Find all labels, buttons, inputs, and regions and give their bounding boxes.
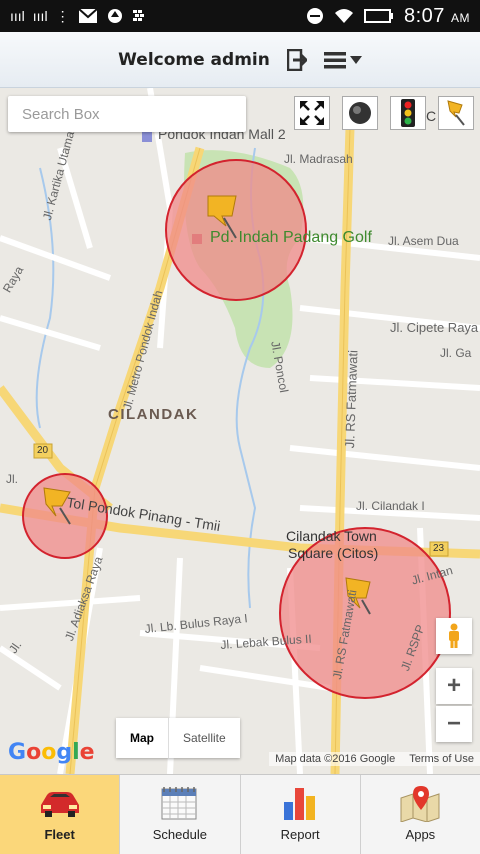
record-button[interactable] [342, 96, 378, 130]
map-type-control: Map Satellite [116, 718, 240, 758]
map-label-citos-1: Cilandak Town [286, 528, 377, 544]
wifi-icon [334, 8, 354, 24]
nav-apps-label: Apps [405, 827, 436, 842]
map-type-map-button[interactable]: Map [116, 718, 169, 758]
traffic-button[interactable] [390, 96, 426, 130]
map-label-cipete: Jl. Cipete Raya [390, 320, 479, 335]
map-label-asem-dua: Jl. Asem Dua [388, 234, 459, 248]
map-data-text: Map data ©2016 Google [275, 753, 396, 765]
logout-icon [286, 48, 307, 71]
map-attribution: Map data ©2016 Google Terms of Use [269, 752, 480, 766]
map-label-cilandak: CILANDAK [108, 406, 199, 423]
calendar-icon [160, 783, 200, 823]
search-input[interactable] [22, 105, 232, 123]
status-bar: ıııl ıııl ⋮ 8:07 AM [0, 0, 480, 32]
car-icon [37, 783, 83, 823]
nav-apps[interactable]: Apps [360, 775, 480, 854]
signal-1-icon: ıııl [10, 8, 25, 24]
map-view[interactable]: Pondok Indah Mall 2 Jl. Madrasah Jl. Kar… [0, 88, 480, 774]
map-label-golf: Pd. Indah Padang Golf [210, 229, 372, 246]
google-logo: Google [8, 740, 95, 765]
app-header: Welcome admin [0, 32, 480, 88]
nav-schedule[interactable]: Schedule [120, 775, 241, 854]
nav-report[interactable]: Report [240, 775, 361, 854]
dark-circle-icon [349, 102, 371, 124]
map-label-jl-cilandak: Jl. Cilandak I [356, 499, 425, 513]
map-label-citos-2: Square (Citos) [288, 545, 379, 561]
terms-link[interactable]: Terms of Use [409, 753, 474, 765]
nav-schedule-label: Schedule [152, 827, 207, 842]
geofence-pin-button[interactable] [438, 96, 474, 130]
signal-2-icon: ıııl [32, 8, 48, 24]
do-not-disturb-icon [306, 7, 324, 25]
fullscreen-button[interactable] [294, 96, 330, 130]
clock: 8:07 AM [404, 4, 470, 27]
bottom-nav: Fleet Schedule Report Apps [0, 774, 480, 854]
nav-report-label: Report [280, 827, 320, 842]
gmail-icon [77, 8, 98, 24]
map-label-madrasah: Jl. Madrasah [284, 152, 353, 166]
app-notification-icon [106, 7, 124, 25]
map-type-satellite-button[interactable]: Satellite [169, 718, 240, 758]
map-label-jl-left: Jl. [6, 472, 18, 486]
menu-button[interactable] [323, 51, 362, 69]
map-apps-icon [399, 783, 441, 823]
zoom-out-button[interactable]: − [436, 706, 472, 742]
route-20-label: 20 [37, 445, 49, 456]
hamburger-menu-icon [323, 51, 346, 68]
traffic-light-icon [401, 99, 415, 127]
battery-icon [364, 8, 394, 24]
nav-fleet-label: Fleet [44, 827, 75, 842]
map-label-jl-ga: Jl. Ga [440, 346, 472, 360]
pegman-icon [449, 623, 459, 648]
bar-chart-icon [280, 783, 320, 823]
search-box[interactable] [8, 96, 246, 132]
map-label-pkc: C [426, 108, 437, 124]
pushpin-icon [447, 100, 465, 126]
bbm-icon [132, 9, 148, 23]
overflow-dots-icon: ⋮ [55, 7, 70, 24]
caret-down-icon [349, 55, 362, 64]
route-23-label: 23 [433, 543, 445, 554]
zoom-in-button[interactable]: + [436, 668, 472, 704]
nav-fleet[interactable]: Fleet [0, 775, 121, 854]
page-title: Welcome admin [118, 49, 270, 70]
logout-button[interactable] [284, 47, 310, 73]
fullscreen-icon [300, 101, 324, 125]
street-view-button[interactable] [436, 618, 472, 654]
